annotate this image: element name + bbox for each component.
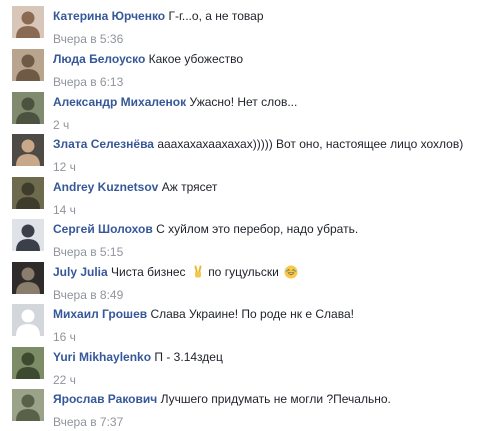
comment-text: Какое убожество	[148, 52, 244, 66]
comment-author[interactable]: Злата Селезнёва	[53, 137, 154, 151]
avatar[interactable]	[12, 389, 44, 421]
comment: Andrey Kuznetsov Аж трясет 14 ч	[0, 175, 499, 217]
comment-text: ааахахахаахахах))))) Вот оно, настоящее …	[157, 137, 464, 151]
comment-author[interactable]: Катерина Юрченко	[53, 9, 165, 23]
comment-author[interactable]: Andrey Kuznetsov	[53, 180, 158, 194]
comment: Люда Белоуско Какое убожество Вчера в 6:…	[0, 47, 499, 89]
avatar[interactable]	[12, 219, 44, 251]
avatar-silhouette-icon	[12, 177, 44, 209]
comment-timestamp[interactable]: 2 ч	[53, 117, 69, 133]
comment: July Julia Чиста бизнес по гуцульски Вче…	[0, 260, 499, 302]
comment-timestamp[interactable]: 16 ч	[53, 329, 76, 345]
comment-list: Катерина Юрченко Г-г...о, а не товар Вче…	[0, 0, 499, 431]
avatar-silhouette-icon	[12, 134, 44, 166]
comment-timestamp[interactable]: 22 ч	[53, 372, 76, 388]
comment-timestamp[interactable]: 14 ч	[53, 202, 76, 218]
avatar-silhouette-icon	[12, 262, 44, 294]
comment-timestamp[interactable]: Вчера в 6:13	[53, 74, 123, 90]
comment-text: Чиста бизнес	[111, 265, 186, 279]
avatar-silhouette-icon	[12, 219, 44, 251]
avatar[interactable]	[12, 49, 44, 81]
comment-author[interactable]: July Julia	[53, 265, 108, 279]
comment-text: Лучшего придумать не могли ?Печально.	[160, 392, 391, 406]
comment-timestamp[interactable]: Вчера в 5:36	[53, 31, 123, 47]
comment-text: С хуйлом это перебор, надо убрать.	[156, 222, 359, 236]
avatar[interactable]	[12, 304, 44, 336]
victory-hand-icon	[194, 265, 202, 278]
comment-timestamp[interactable]: Вчера в 7:37	[53, 414, 123, 430]
comment: Александр Михаленок Ужасно! Нет слов... …	[0, 90, 499, 132]
comment: Сергей Шолохов С хуйлом это перебор, над…	[0, 217, 499, 259]
avatar[interactable]	[12, 6, 44, 38]
comment-text: Аж трясет	[161, 180, 218, 194]
comment-author[interactable]: Михаил Грошев	[53, 307, 147, 321]
avatar-silhouette-icon	[12, 49, 44, 81]
avatar-silhouette-icon	[12, 6, 44, 38]
comment: Катерина Юрченко Г-г...о, а не товар Вче…	[0, 4, 499, 46]
avatar[interactable]	[12, 177, 44, 209]
avatar-silhouette-icon	[12, 304, 44, 336]
comment: Злата Селезнёва ааахахахаахахах))))) Вот…	[0, 132, 499, 174]
laughing-emoji-icon	[284, 265, 298, 279]
comment-author[interactable]: Сергей Шолохов	[53, 222, 153, 236]
comment-author[interactable]: Александр Михаленок	[53, 95, 186, 109]
comment: Ярослав Ракович Лучшего придумать не мог…	[0, 387, 499, 429]
comment: Yuri Mikhaylenko П - 3.14здец 22 ч	[0, 345, 499, 387]
comment-author[interactable]: Люда Белоуско	[53, 52, 145, 66]
comment-text: Г-г...о, а не товар	[168, 9, 264, 23]
comment: Михаил Грошев Слава Украине! По роде нк …	[0, 302, 499, 344]
comment-text: П - 3.14здец	[154, 350, 223, 364]
comment-author[interactable]: Ярослав Ракович	[53, 392, 157, 406]
avatar[interactable]	[12, 262, 44, 294]
avatar[interactable]	[12, 347, 44, 379]
comment-author[interactable]: Yuri Mikhaylenko	[53, 350, 151, 364]
avatar-silhouette-icon	[12, 347, 44, 379]
avatar-silhouette-icon	[12, 92, 44, 124]
comment-timestamp[interactable]: 12 ч	[53, 159, 76, 175]
comment-text-continued: по гуцульски	[208, 265, 279, 279]
comment-timestamp[interactable]: Вчера в 5:15	[53, 244, 123, 260]
avatar[interactable]	[12, 92, 44, 124]
comment-text: Ужасно! Нет слов...	[189, 95, 298, 109]
avatar[interactable]	[12, 134, 44, 166]
comment-timestamp[interactable]: Вчера в 8:49	[53, 287, 123, 303]
comment-text: Слава Украине! По роде нк е Слава!	[150, 307, 354, 321]
avatar-silhouette-icon	[12, 389, 44, 421]
